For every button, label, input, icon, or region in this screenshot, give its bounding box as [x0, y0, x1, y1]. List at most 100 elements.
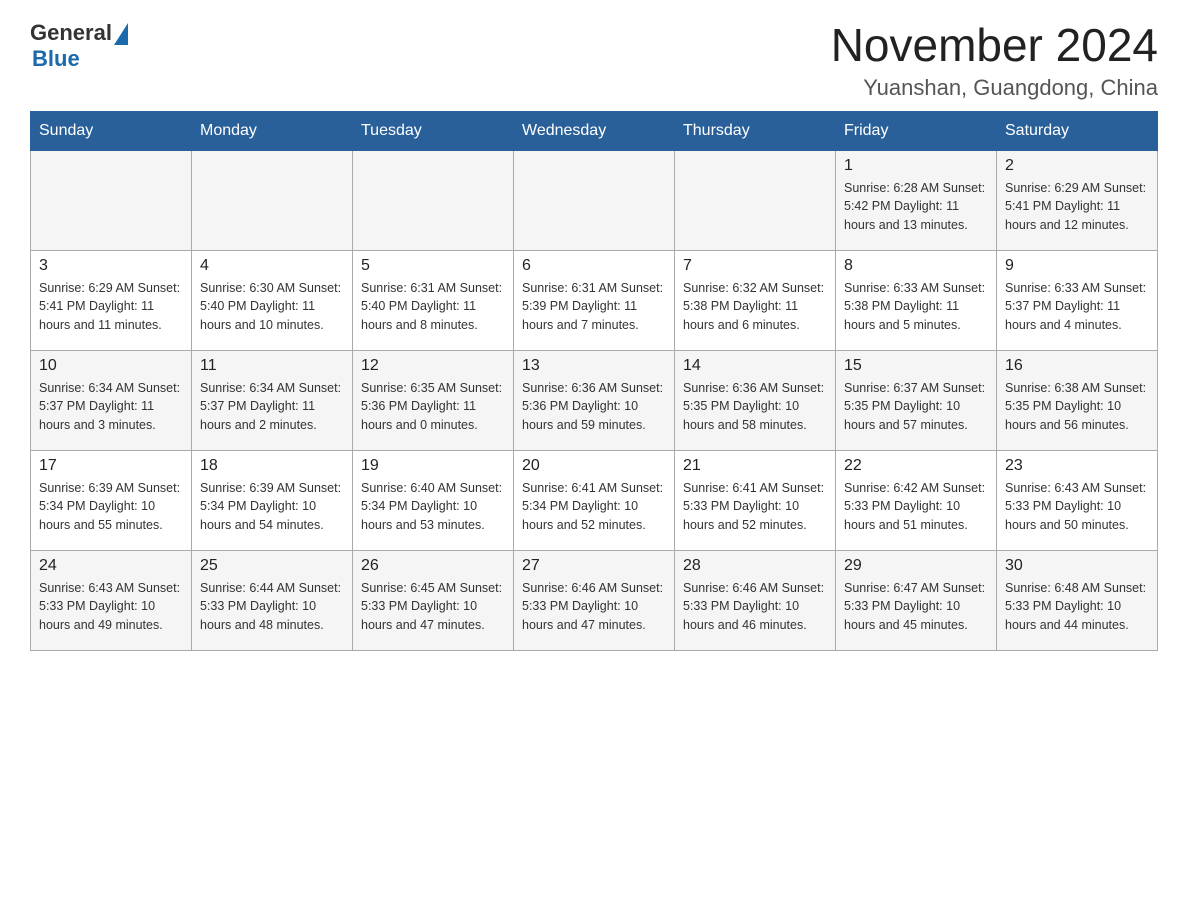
day-number: 5: [361, 257, 505, 275]
calendar-week-row: 1 Sunrise: 6:28 AM Sunset: 5:42 PM Daylig…: [31, 150, 1158, 250]
weekday-header-wednesday: Wednesday: [514, 111, 675, 150]
day-number: 13: [522, 357, 666, 375]
month-year-title: November 2024: [831, 20, 1158, 71]
calendar-cell: 18 Sunrise: 6:39 AM Sunset: 5:34 PM Dayli…: [192, 450, 353, 550]
day-number: 18: [200, 457, 344, 475]
logo-general-text: General: [30, 20, 112, 46]
day-number: 23: [1005, 457, 1149, 475]
calendar-cell: 6Sunrise: 6:31 AM Sunset: 5:39 PM Daylig…: [514, 250, 675, 350]
weekday-header-row: SundayMondayTuesdayWednesdayThursdayFrid…: [31, 111, 1158, 150]
calendar-cell: 20 Sunrise: 6:41 AM Sunset: 5:34 PM Dayli…: [514, 450, 675, 550]
day-info: Sunrise: 6:37 AM Sunset: 5:35 PM Dayligh…: [844, 379, 988, 435]
day-number: 25: [200, 557, 344, 575]
weekday-header-sunday: Sunday: [31, 111, 192, 150]
calendar-cell: 15 Sunrise: 6:37 AM Sunset: 5:35 PM Dayli…: [836, 350, 997, 450]
calendar-cell: 27Sunrise: 6:46 AM Sunset: 5:33 PM Dayli…: [514, 550, 675, 650]
logo-triangle-icon: [114, 23, 128, 45]
day-info: Sunrise: 6:38 AM Sunset: 5:35 PM Dayligh…: [1005, 379, 1149, 435]
calendar-table: SundayMondayTuesdayWednesdayThursdayFrid…: [30, 111, 1158, 651]
calendar-cell: 22Sunrise: 6:42 AM Sunset: 5:33 PM Dayli…: [836, 450, 997, 550]
day-info: Sunrise: 6:40 AM Sunset: 5:34 PM Dayligh…: [361, 479, 505, 535]
title-area: November 2024 Yuanshan, Guangdong, China: [831, 20, 1158, 101]
day-number: 10: [39, 357, 183, 375]
day-number: 12: [361, 357, 505, 375]
day-number: 2: [1005, 157, 1149, 175]
logo: General Blue: [30, 20, 128, 72]
day-number: 11: [200, 357, 344, 375]
day-number: 19: [361, 457, 505, 475]
weekday-header-saturday: Saturday: [997, 111, 1158, 150]
day-info: Sunrise: 6:33 AM Sunset: 5:37 PM Dayligh…: [1005, 279, 1149, 335]
calendar-cell: [353, 150, 514, 250]
day-info: Sunrise: 6:39 AM Sunset: 5:34 PM Dayligh…: [200, 479, 344, 535]
day-info: Sunrise: 6:31 AM Sunset: 5:39 PM Dayligh…: [522, 279, 666, 335]
day-info: Sunrise: 6:36 AM Sunset: 5:35 PM Dayligh…: [683, 379, 827, 435]
day-info: Sunrise: 6:45 AM Sunset: 5:33 PM Dayligh…: [361, 579, 505, 635]
calendar-cell: 28Sunrise: 6:46 AM Sunset: 5:33 PM Dayli…: [675, 550, 836, 650]
day-info: Sunrise: 6:28 AM Sunset: 5:42 PM Dayligh…: [844, 179, 988, 235]
day-number: 9: [1005, 257, 1149, 275]
calendar-cell: 3 Sunrise: 6:29 AM Sunset: 5:41 PM Daylig…: [31, 250, 192, 350]
day-number: 8: [844, 257, 988, 275]
header: General Blue November 2024 Yuanshan, Gua…: [30, 20, 1158, 101]
day-number: 21: [683, 457, 827, 475]
day-info: Sunrise: 6:32 AM Sunset: 5:38 PM Dayligh…: [683, 279, 827, 335]
location-title: Yuanshan, Guangdong, China: [831, 75, 1158, 101]
day-number: 24: [39, 557, 183, 575]
day-info: Sunrise: 6:36 AM Sunset: 5:36 PM Dayligh…: [522, 379, 666, 435]
calendar-cell: 4 Sunrise: 6:30 AM Sunset: 5:40 PM Daylig…: [192, 250, 353, 350]
calendar-cell: 29Sunrise: 6:47 AM Sunset: 5:33 PM Dayli…: [836, 550, 997, 650]
day-number: 20: [522, 457, 666, 475]
day-number: 1: [844, 157, 988, 175]
logo-blue-text: Blue: [32, 46, 80, 72]
calendar-cell: [675, 150, 836, 250]
weekday-header-tuesday: Tuesday: [353, 111, 514, 150]
day-info: Sunrise: 6:41 AM Sunset: 5:34 PM Dayligh…: [522, 479, 666, 535]
day-info: Sunrise: 6:34 AM Sunset: 5:37 PM Dayligh…: [39, 379, 183, 435]
calendar-cell: 19 Sunrise: 6:40 AM Sunset: 5:34 PM Dayli…: [353, 450, 514, 550]
calendar-cell: 5 Sunrise: 6:31 AM Sunset: 5:40 PM Daylig…: [353, 250, 514, 350]
day-info: Sunrise: 6:31 AM Sunset: 5:40 PM Dayligh…: [361, 279, 505, 335]
day-info: Sunrise: 6:29 AM Sunset: 5:41 PM Dayligh…: [39, 279, 183, 335]
calendar-cell: 12 Sunrise: 6:35 AM Sunset: 5:36 PM Dayli…: [353, 350, 514, 450]
calendar-cell: 14Sunrise: 6:36 AM Sunset: 5:35 PM Dayli…: [675, 350, 836, 450]
day-info: Sunrise: 6:35 AM Sunset: 5:36 PM Dayligh…: [361, 379, 505, 435]
day-info: Sunrise: 6:39 AM Sunset: 5:34 PM Dayligh…: [39, 479, 183, 535]
day-info: Sunrise: 6:30 AM Sunset: 5:40 PM Dayligh…: [200, 279, 344, 335]
calendar-cell: [31, 150, 192, 250]
calendar-cell: 8 Sunrise: 6:33 AM Sunset: 5:38 PM Daylig…: [836, 250, 997, 350]
calendar-cell: [192, 150, 353, 250]
calendar-cell: 17 Sunrise: 6:39 AM Sunset: 5:34 PM Dayli…: [31, 450, 192, 550]
day-number: 3: [39, 257, 183, 275]
day-number: 15: [844, 357, 988, 375]
calendar-cell: 23 Sunrise: 6:43 AM Sunset: 5:33 PM Dayli…: [997, 450, 1158, 550]
day-info: Sunrise: 6:47 AM Sunset: 5:33 PM Dayligh…: [844, 579, 988, 635]
calendar-cell: 9 Sunrise: 6:33 AM Sunset: 5:37 PM Daylig…: [997, 250, 1158, 350]
day-info: Sunrise: 6:41 AM Sunset: 5:33 PM Dayligh…: [683, 479, 827, 535]
calendar-cell: 16 Sunrise: 6:38 AM Sunset: 5:35 PM Dayli…: [997, 350, 1158, 450]
calendar-cell: 1 Sunrise: 6:28 AM Sunset: 5:42 PM Daylig…: [836, 150, 997, 250]
calendar-cell: 30 Sunrise: 6:48 AM Sunset: 5:33 PM Dayli…: [997, 550, 1158, 650]
day-number: 17: [39, 457, 183, 475]
calendar-cell: 25Sunrise: 6:44 AM Sunset: 5:33 PM Dayli…: [192, 550, 353, 650]
day-info: Sunrise: 6:46 AM Sunset: 5:33 PM Dayligh…: [683, 579, 827, 635]
calendar-cell: 13 Sunrise: 6:36 AM Sunset: 5:36 PM Dayli…: [514, 350, 675, 450]
day-info: Sunrise: 6:43 AM Sunset: 5:33 PM Dayligh…: [1005, 479, 1149, 535]
calendar-cell: 11 Sunrise: 6:34 AM Sunset: 5:37 PM Dayli…: [192, 350, 353, 450]
day-info: Sunrise: 6:48 AM Sunset: 5:33 PM Dayligh…: [1005, 579, 1149, 635]
day-number: 4: [200, 257, 344, 275]
day-info: Sunrise: 6:43 AM Sunset: 5:33 PM Dayligh…: [39, 579, 183, 635]
day-number: 30: [1005, 557, 1149, 575]
day-number: 7: [683, 257, 827, 275]
day-number: 26: [361, 557, 505, 575]
calendar-week-row: 17 Sunrise: 6:39 AM Sunset: 5:34 PM Dayli…: [31, 450, 1158, 550]
day-info: Sunrise: 6:34 AM Sunset: 5:37 PM Dayligh…: [200, 379, 344, 435]
calendar-cell: 10 Sunrise: 6:34 AM Sunset: 5:37 PM Dayli…: [31, 350, 192, 450]
day-info: Sunrise: 6:33 AM Sunset: 5:38 PM Dayligh…: [844, 279, 988, 335]
calendar-cell: 2Sunrise: 6:29 AM Sunset: 5:41 PM Daylig…: [997, 150, 1158, 250]
day-number: 16: [1005, 357, 1149, 375]
calendar-week-row: 24 Sunrise: 6:43 AM Sunset: 5:33 PM Dayli…: [31, 550, 1158, 650]
weekday-header-thursday: Thursday: [675, 111, 836, 150]
calendar-cell: 24 Sunrise: 6:43 AM Sunset: 5:33 PM Dayli…: [31, 550, 192, 650]
day-number: 27: [522, 557, 666, 575]
